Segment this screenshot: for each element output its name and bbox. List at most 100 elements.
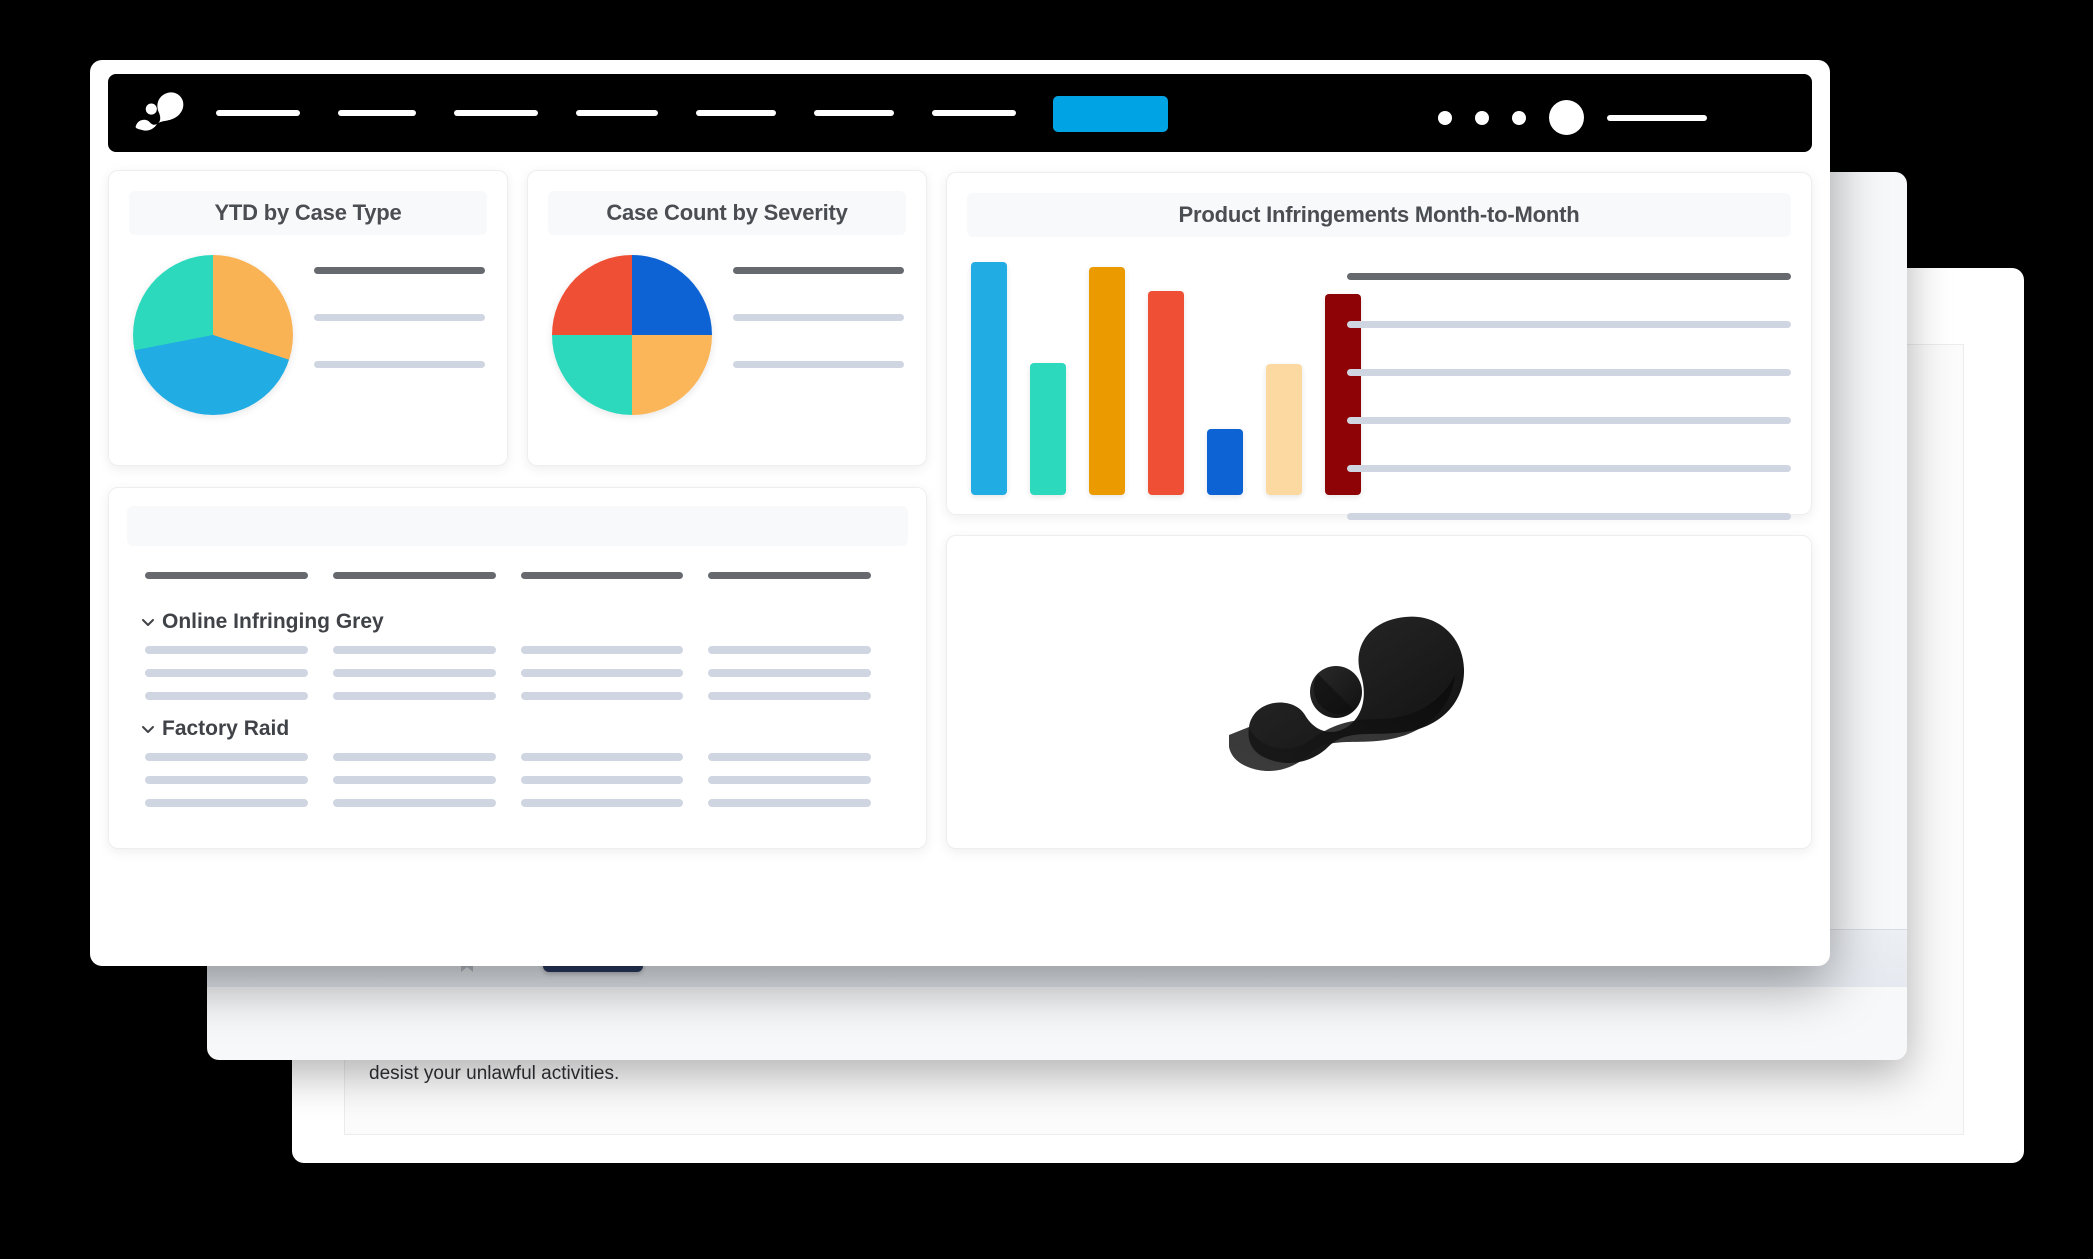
row-cell-column xyxy=(332,753,496,822)
nav-link-placeholder[interactable] xyxy=(454,110,538,116)
cell-placeholder xyxy=(145,799,308,807)
blob-logo-icon xyxy=(1229,616,1465,771)
table-column-header[interactable] xyxy=(332,572,496,579)
table-card-search-bar[interactable] xyxy=(127,506,908,546)
legend-item-placeholder xyxy=(733,267,904,274)
legend-item-placeholder xyxy=(1347,513,1791,520)
group-label: Online Infringing Grey xyxy=(162,610,384,633)
document-body-text: desist your unlawful activities. xyxy=(369,1062,620,1084)
cell-placeholder xyxy=(332,799,496,807)
dashboard-window: YTD by Case Type Case Count by Severity xyxy=(90,60,1830,966)
nav-link-placeholder[interactable] xyxy=(814,110,894,116)
legend-item-placeholder xyxy=(1347,321,1791,328)
nav-right-cluster xyxy=(1438,100,1707,135)
cell-placeholder xyxy=(520,799,684,807)
legend-item-placeholder xyxy=(1347,465,1791,472)
legend-item-placeholder xyxy=(1347,417,1791,424)
nav-link-placeholder[interactable] xyxy=(576,110,658,116)
blob-logo-icon[interactable] xyxy=(132,90,194,138)
cell-placeholder xyxy=(332,646,496,654)
cell-placeholder xyxy=(708,776,871,784)
pie-chart-body xyxy=(528,249,926,449)
card-case-count-by-severity: Case Count by Severity xyxy=(527,170,927,466)
bar-4 xyxy=(1148,291,1184,495)
group-header-factory-raid[interactable]: Factory Raid xyxy=(141,717,289,741)
bar-legend xyxy=(1347,273,1791,561)
legend-item-placeholder xyxy=(1347,273,1791,280)
cell-placeholder xyxy=(145,646,308,654)
row-cell-column xyxy=(145,646,308,715)
cell-placeholder xyxy=(708,692,871,700)
table-column-header[interactable] xyxy=(708,572,871,579)
group-header-online-infringing-grey[interactable]: Online Infringing Grey xyxy=(141,610,384,634)
nav-username-placeholder xyxy=(1607,114,1707,121)
row-cell-column xyxy=(520,646,684,715)
group-rows-2 xyxy=(145,753,896,822)
row-cell-column xyxy=(708,646,871,715)
row-cell-column xyxy=(332,646,496,715)
cell-placeholder xyxy=(332,669,496,677)
bar-1 xyxy=(971,262,1007,495)
row-cell-column xyxy=(708,753,871,822)
nav-links xyxy=(216,110,1054,116)
table-column-headers xyxy=(145,572,896,579)
column-label-placeholder xyxy=(145,572,308,579)
top-navigation-bar xyxy=(108,74,1812,152)
cell-placeholder xyxy=(332,692,496,700)
pie-legend xyxy=(733,267,904,408)
card-case-table: Online Infringing Grey Factory Raid xyxy=(108,487,927,849)
cell-placeholder xyxy=(332,753,496,761)
group-rows-1 xyxy=(145,646,896,715)
bar-6 xyxy=(1266,364,1302,495)
cell-placeholder xyxy=(708,799,871,807)
cell-placeholder xyxy=(332,776,496,784)
cell-placeholder xyxy=(520,776,684,784)
screenshot-stage: desist your unlawful activities. YTD by … xyxy=(0,0,2093,1259)
cell-placeholder xyxy=(520,646,684,654)
legend-item-placeholder xyxy=(1347,369,1791,376)
card-ytd-by-case-type: YTD by Case Type xyxy=(108,170,508,466)
cell-placeholder xyxy=(145,669,308,677)
legend-item-placeholder xyxy=(733,361,904,368)
bar-3 xyxy=(1089,267,1125,495)
nav-link-placeholder[interactable] xyxy=(696,110,776,116)
avatar[interactable] xyxy=(1549,100,1584,135)
legend-item-placeholder xyxy=(733,314,904,321)
cell-placeholder xyxy=(145,692,308,700)
nav-link-placeholder[interactable] xyxy=(216,110,300,116)
cell-placeholder xyxy=(708,669,871,677)
nav-status-dot-icon[interactable] xyxy=(1475,110,1489,125)
pie-chart-body xyxy=(109,249,507,449)
table-column-header[interactable] xyxy=(145,572,308,579)
cell-placeholder xyxy=(708,753,871,761)
row-cell-column xyxy=(145,753,308,822)
nav-status-dot-icon[interactable] xyxy=(1438,110,1452,125)
cell-placeholder xyxy=(520,669,684,677)
column-label-placeholder xyxy=(708,572,871,579)
row-cell-column xyxy=(520,753,684,822)
legend-item-placeholder xyxy=(314,361,485,368)
nav-status-dot-icon[interactable] xyxy=(1512,110,1526,125)
cell-placeholder xyxy=(145,753,308,761)
card-title: Product Infringements Month-to-Month xyxy=(967,193,1791,237)
bar-2 xyxy=(1030,363,1066,495)
card-brand-logo xyxy=(946,535,1812,849)
cell-placeholder xyxy=(145,776,308,784)
nav-primary-button[interactable] xyxy=(1053,96,1168,132)
chevron-down-icon xyxy=(142,619,154,626)
bar-chart-bars xyxy=(971,255,1361,495)
nav-link-placeholder[interactable] xyxy=(932,110,1016,116)
pie-chart-severity xyxy=(552,255,712,415)
pie-chart-ytd xyxy=(133,255,293,415)
card-title: YTD by Case Type xyxy=(129,191,487,235)
pie-legend xyxy=(314,267,485,408)
cell-placeholder xyxy=(520,753,684,761)
table-column-header[interactable] xyxy=(520,572,684,579)
card-title: Case Count by Severity xyxy=(548,191,906,235)
column-label-placeholder xyxy=(332,572,496,579)
nav-link-placeholder[interactable] xyxy=(338,110,416,116)
cell-placeholder xyxy=(708,646,871,654)
chevron-down-icon xyxy=(142,726,154,733)
legend-item-placeholder xyxy=(314,267,485,274)
column-label-placeholder xyxy=(520,572,684,579)
